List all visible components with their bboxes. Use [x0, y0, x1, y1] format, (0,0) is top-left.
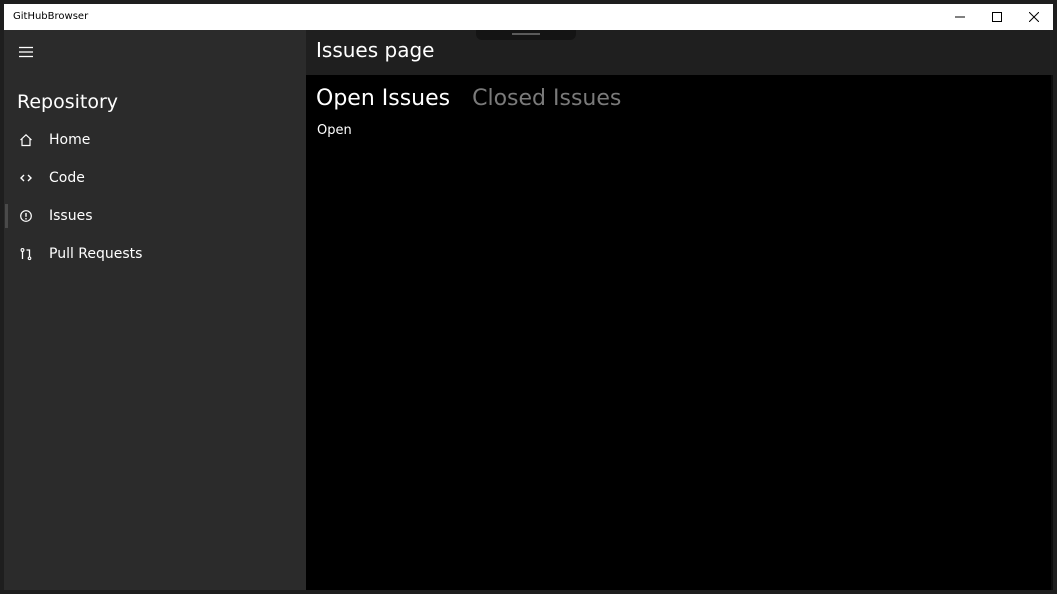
minimize-button[interactable]: [941, 4, 978, 30]
close-icon: [1028, 12, 1039, 22]
code-icon: [18, 170, 34, 186]
selection-indicator: [5, 204, 8, 228]
nav-item-label: Pull Requests: [49, 246, 143, 262]
tab-open-issues[interactable]: Open Issues: [316, 84, 450, 116]
hamburger-menu-button[interactable]: [4, 30, 48, 74]
home-icon: [18, 132, 34, 148]
nav-item-label: Issues: [49, 208, 93, 224]
title-bar[interactable]: GitHubBrowser: [4, 4, 1053, 30]
minimize-icon: [954, 16, 965, 18]
tab-closed-issues[interactable]: Closed Issues: [472, 84, 621, 116]
drag-handle[interactable]: [476, 30, 576, 40]
content-area: Issues page Open Issues Closed Issues Op…: [306, 30, 1053, 590]
tab-content-text: Open: [317, 123, 352, 138]
scrollbar-track[interactable]: [1051, 75, 1053, 590]
nav-item-label: Home: [49, 132, 91, 148]
maximize-button[interactable]: [978, 4, 1015, 30]
issue-icon: [18, 208, 34, 224]
page-header: Issues page: [306, 30, 1053, 75]
hamburger-menu-icon: [19, 46, 33, 58]
nav-item-code[interactable]: Code: [4, 160, 306, 196]
close-button[interactable]: [1015, 4, 1052, 30]
maximize-icon: [991, 12, 1002, 22]
navigation-pane: Repository Home Code Issues Pull Request…: [4, 30, 306, 590]
pull-request-icon: [18, 246, 34, 262]
app-window: GitHubBrowser Repository Home Code Issue…: [4, 4, 1053, 590]
nav-item-home[interactable]: Home: [4, 122, 306, 158]
nav-item-label: Code: [49, 170, 85, 186]
window-title: GitHubBrowser: [13, 11, 89, 22]
nav-header: Repository: [17, 91, 119, 113]
page-title: Issues page: [316, 38, 435, 62]
grip-icon: [512, 33, 540, 35]
pivot-tabs: Open Issues Closed Issues: [316, 84, 621, 116]
nav-item-issues[interactable]: Issues: [4, 198, 306, 234]
nav-item-pull-requests[interactable]: Pull Requests: [4, 236, 306, 272]
